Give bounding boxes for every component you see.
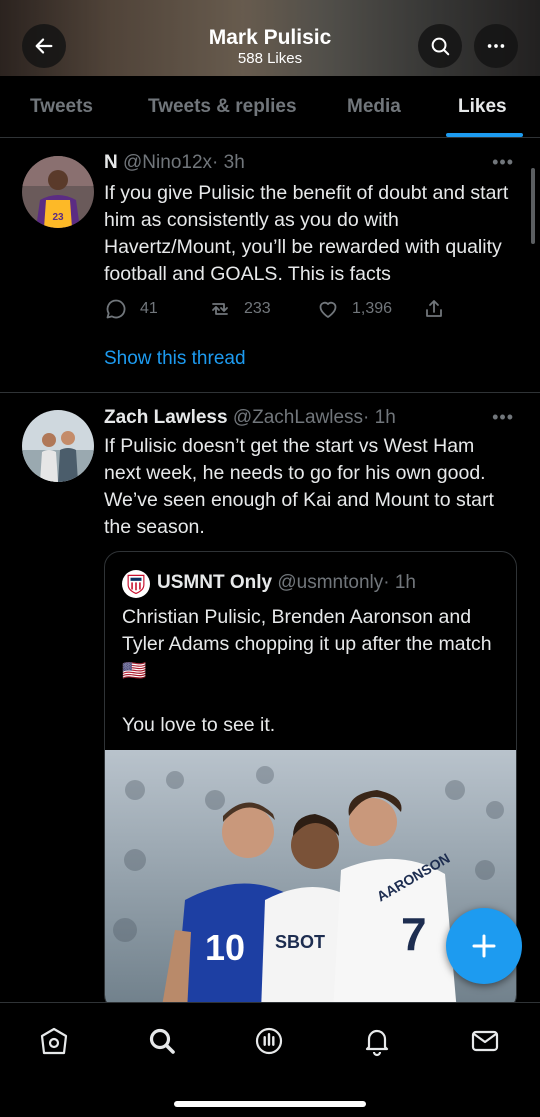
retweet-count: 233 <box>244 300 271 317</box>
tweet-meta: Zach Lawless @ZachLawless· 1h <box>104 407 396 429</box>
share-icon <box>426 300 442 317</box>
tweet-text: If Pulisic doesn’t get the start vs West… <box>104 435 494 538</box>
more-button[interactable] <box>474 24 518 68</box>
tab-media[interactable]: Media <box>347 96 401 118</box>
tweet-more-icon[interactable]: ••• <box>492 407 514 428</box>
profile-header: Mark Pulisic 588 Likes <box>0 0 540 76</box>
home-indicator[interactable] <box>174 1101 366 1107</box>
profile-tabs: Tweets Tweets & replies Media Likes <box>0 76 540 138</box>
tab-tweets[interactable]: Tweets <box>30 96 93 118</box>
tweet-text: If you give Pulisic the benefit of doubt… <box>104 182 509 285</box>
tweet-more-icon[interactable]: ••• <box>492 152 514 173</box>
more-horizontal-icon <box>487 44 505 48</box>
tweet-meta: N @Nino12x· 3h <box>104 152 245 174</box>
handle[interactable]: @Nino12x <box>123 152 212 173</box>
nav-home[interactable] <box>34 1021 74 1061</box>
retweet-button[interactable]: 233 <box>208 297 271 321</box>
spaces-icon <box>255 1027 283 1055</box>
photo-sponsor-text: SBOT <box>275 932 325 952</box>
compose-tweet-button[interactable] <box>446 908 522 984</box>
home-icon <box>40 1027 68 1055</box>
quoted-avatar <box>122 570 150 598</box>
like-count: 1,396 <box>352 300 393 317</box>
show-thread-link[interactable]: Show this thread <box>104 348 246 370</box>
timestamp: · 3h <box>212 152 245 173</box>
nav-notifications[interactable] <box>357 1021 397 1061</box>
display-name[interactable]: N <box>104 152 118 173</box>
photo-shirt-number-left: 10 <box>205 927 245 968</box>
reply-icon <box>106 299 126 319</box>
nav-search[interactable] <box>142 1021 182 1061</box>
reply-count: 41 <box>140 300 158 317</box>
avatar[interactable]: 23 <box>22 156 94 228</box>
photo-shirt-number-right: 7 <box>401 908 427 960</box>
quoted-meta: USMNT Only @usmntonly· 1h <box>157 572 416 594</box>
usmnt-logo-icon <box>127 574 145 595</box>
quoted-display-name[interactable]: USMNT Only <box>157 572 272 593</box>
bottom-navigation <box>0 1002 540 1117</box>
tab-likes[interactable]: Likes <box>458 96 507 118</box>
search-icon <box>431 37 450 56</box>
plus-icon <box>472 934 496 958</box>
like-button[interactable]: 1,396 <box>316 297 392 321</box>
tweet[interactable]: 23 N @Nino12x· 3h ••• If you give Pulisi… <box>0 138 540 393</box>
quoted-handle[interactable]: @usmntonly <box>277 572 383 593</box>
quoted-timestamp: · 1h <box>383 572 416 593</box>
nav-spaces[interactable] <box>249 1021 289 1061</box>
retweet-icon <box>212 303 228 315</box>
nav-messages[interactable] <box>465 1021 505 1061</box>
display-name[interactable]: Zach Lawless <box>104 407 228 428</box>
heart-icon <box>319 301 337 318</box>
quoted-text: Christian Pulisic, Brenden Aaronson and … <box>122 606 492 736</box>
tab-tweets-replies[interactable]: Tweets & replies <box>148 96 297 118</box>
search-button[interactable] <box>418 24 462 68</box>
search-icon <box>149 1028 175 1054</box>
svg-text:23: 23 <box>52 212 64 223</box>
timestamp: · 1h <box>363 407 396 428</box>
share-button[interactable] <box>422 297 458 321</box>
reply-button[interactable]: 41 <box>104 297 158 321</box>
handle[interactable]: @ZachLawless <box>233 407 363 428</box>
messages-icon <box>471 1030 499 1052</box>
avatar[interactable] <box>22 410 94 482</box>
active-tab-indicator <box>446 133 523 137</box>
notifications-icon <box>365 1029 389 1057</box>
scrollbar[interactable] <box>531 168 535 244</box>
tweet-actions: 41 233 1,396 <box>104 297 464 323</box>
